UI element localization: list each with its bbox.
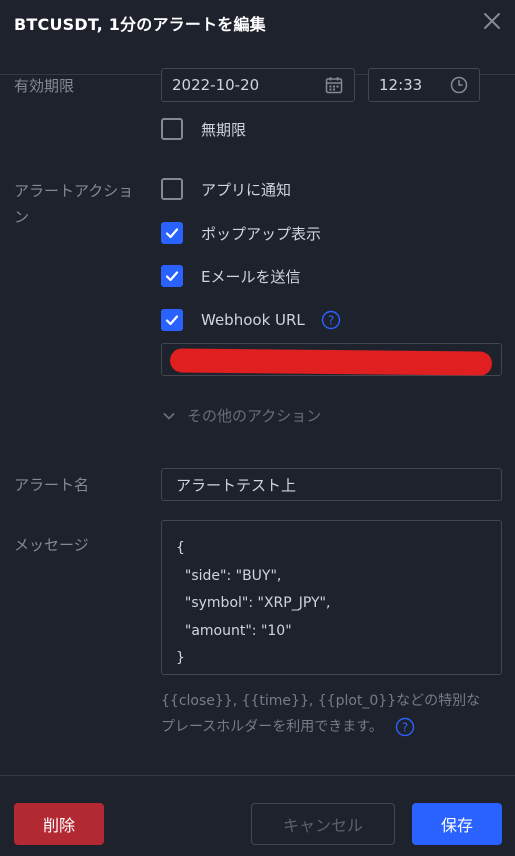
action-item-webhook[interactable]: Webhook URL ? — [161, 308, 341, 332]
alert-actions-label: アラートアクション — [14, 178, 139, 230]
message-textarea[interactable]: { "side": "BUY", "symbol": "XRP_JPY", "a… — [161, 520, 502, 675]
unlimited-label: 無期限 — [201, 120, 247, 139]
action-item-popup[interactable]: ポップアップ表示 — [161, 221, 321, 245]
more-actions-toggle[interactable]: その他のアクション — [161, 405, 321, 426]
help-icon[interactable]: ? — [321, 310, 341, 330]
webhook-label: Webhook URL — [201, 311, 305, 329]
delete-button[interactable]: 削除 — [14, 803, 104, 845]
webhook-checkbox[interactable] — [161, 309, 183, 331]
unlimited-checkbox[interactable] — [161, 118, 183, 140]
app-notify-checkbox[interactable] — [161, 178, 183, 200]
alert-name-value: アラートテスト上 — [176, 476, 297, 494]
expiry-date-value: 2022-10-20 — [172, 76, 260, 94]
alert-name-label: アラート名 — [14, 476, 90, 494]
help-icon[interactable]: ? — [395, 717, 415, 737]
more-actions-label: その他のアクション — [187, 407, 322, 425]
unlimited-checkbox-row[interactable]: 無期限 — [161, 117, 246, 141]
action-item-email[interactable]: Eメールを送信 — [161, 264, 300, 288]
dialog-header: BTCUSDT, 1分のアラートを編集 — [0, 0, 515, 46]
email-checkbox[interactable] — [161, 265, 183, 287]
close-button[interactable] — [479, 8, 505, 34]
svg-text:?: ? — [402, 721, 408, 735]
alert-actions-label-text: アラートアクション — [14, 182, 134, 226]
action-item-app-notify[interactable]: アプリに通知 — [161, 177, 291, 201]
svg-text:?: ? — [328, 314, 334, 328]
clock-icon[interactable] — [449, 75, 469, 95]
cancel-button[interactable]: キャンセル — [251, 803, 395, 845]
checkmark-icon — [165, 271, 179, 282]
expiry-label: 有効期限 — [14, 77, 75, 95]
checkmark-icon — [165, 315, 179, 326]
email-label: Eメールを送信 — [201, 267, 301, 286]
alert-name-input[interactable]: アラートテスト上 — [161, 468, 502, 501]
calendar-icon[interactable] — [324, 75, 344, 95]
app-notify-label: アプリに通知 — [201, 180, 292, 199]
checkmark-icon — [165, 228, 179, 239]
footer-divider — [0, 775, 515, 776]
redaction-mark — [169, 348, 493, 376]
dialog-title: BTCUSDT, 1分のアラートを編集 — [14, 15, 266, 34]
popup-checkbox[interactable] — [161, 222, 183, 244]
message-label: メッセージ — [14, 536, 89, 554]
popup-label: ポップアップ表示 — [201, 224, 322, 243]
expiry-time-input[interactable]: 12:33 — [368, 68, 480, 102]
expiry-time-value: 12:33 — [379, 76, 423, 94]
placeholder-hint-text: {{close}}, {{time}}, {{plot_0}}などの特別なプレー… — [161, 693, 481, 735]
chevron-down-icon — [163, 412, 175, 419]
placeholder-hint: {{close}}, {{time}}, {{plot_0}}などの特別なプレー… — [161, 688, 481, 740]
expiry-date-input[interactable]: 2022-10-20 — [161, 68, 355, 102]
save-button[interactable]: 保存 — [412, 803, 502, 845]
close-icon — [484, 13, 500, 29]
